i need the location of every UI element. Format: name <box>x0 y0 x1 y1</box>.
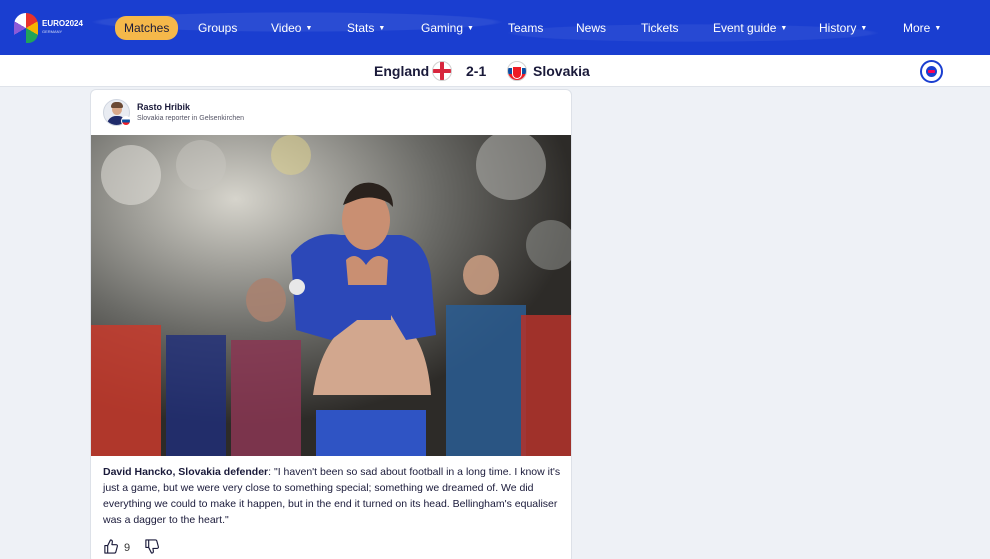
nav-item-news[interactable]: News <box>576 17 606 39</box>
chevron-down-icon: ▼ <box>860 24 868 32</box>
nav-item-event-guide[interactable]: Event guide ▼ <box>713 17 787 39</box>
nav-item-teams[interactable]: Teams <box>508 17 543 39</box>
away-team-name: Slovakia <box>533 63 590 79</box>
chevron-down-icon: ▼ <box>305 24 313 32</box>
euro-trophy-icon <box>14 13 38 43</box>
live-match-icon[interactable] <box>920 60 943 83</box>
author-role: Slovakia reporter in Gelsenkirchen <box>137 115 244 122</box>
chevron-down-icon: ▼ <box>467 24 474 32</box>
england-flag-icon <box>432 61 452 81</box>
match-score-bar[interactable]: England Slovakia <box>0 55 990 87</box>
post-photo <box>91 135 571 456</box>
logo-subtext: GERMANY <box>42 29 63 34</box>
nav-item-matches[interactable]: Matches <box>115 16 179 40</box>
slovakia-flag-icon <box>121 116 131 126</box>
author-name: Rasto Hribik <box>137 102 191 112</box>
nav-item-tickets[interactable]: Tickets <box>641 17 679 39</box>
thumbs-up-icon[interactable] <box>103 539 118 557</box>
like-count: 9 <box>124 542 131 554</box>
live-blog-post: Rasto Hribik Slovakia reporter in Gelsen… <box>90 89 572 559</box>
quote-speaker: David Hancko, Slovakia defender <box>103 466 269 478</box>
chevron-down-icon: ▼ <box>780 24 788 32</box>
top-navigation: EURO2024 GERMANY Matches Groups Video ▼ S… <box>0 0 990 55</box>
home-team-name: England <box>374 63 430 79</box>
nav-item-stats[interactable]: Stats ▼ <box>347 17 385 39</box>
slovakia-flag-icon <box>507 61 527 81</box>
nav-item-more[interactable]: More ▼ <box>903 17 941 39</box>
post-quote: David Hancko, Slovakia defender: "I have… <box>103 464 561 528</box>
nav-item-groups[interactable]: Groups <box>198 17 237 39</box>
thumbs-down-icon[interactable] <box>144 539 160 557</box>
nav-item-gaming[interactable]: Gaming ▼ <box>421 17 474 39</box>
post-reactions: 9 <box>103 539 160 557</box>
match-score: 2-1 <box>466 63 487 79</box>
chevron-down-icon: ▼ <box>934 24 942 32</box>
nav-item-video[interactable]: Video ▼ <box>271 17 312 39</box>
chevron-down-icon: ▼ <box>378 24 386 32</box>
logo-text: EURO2024 <box>42 19 83 28</box>
nav-item-history[interactable]: History ▼ <box>819 17 867 39</box>
euro2024-logo[interactable]: EURO2024 GERMANY <box>14 12 86 44</box>
